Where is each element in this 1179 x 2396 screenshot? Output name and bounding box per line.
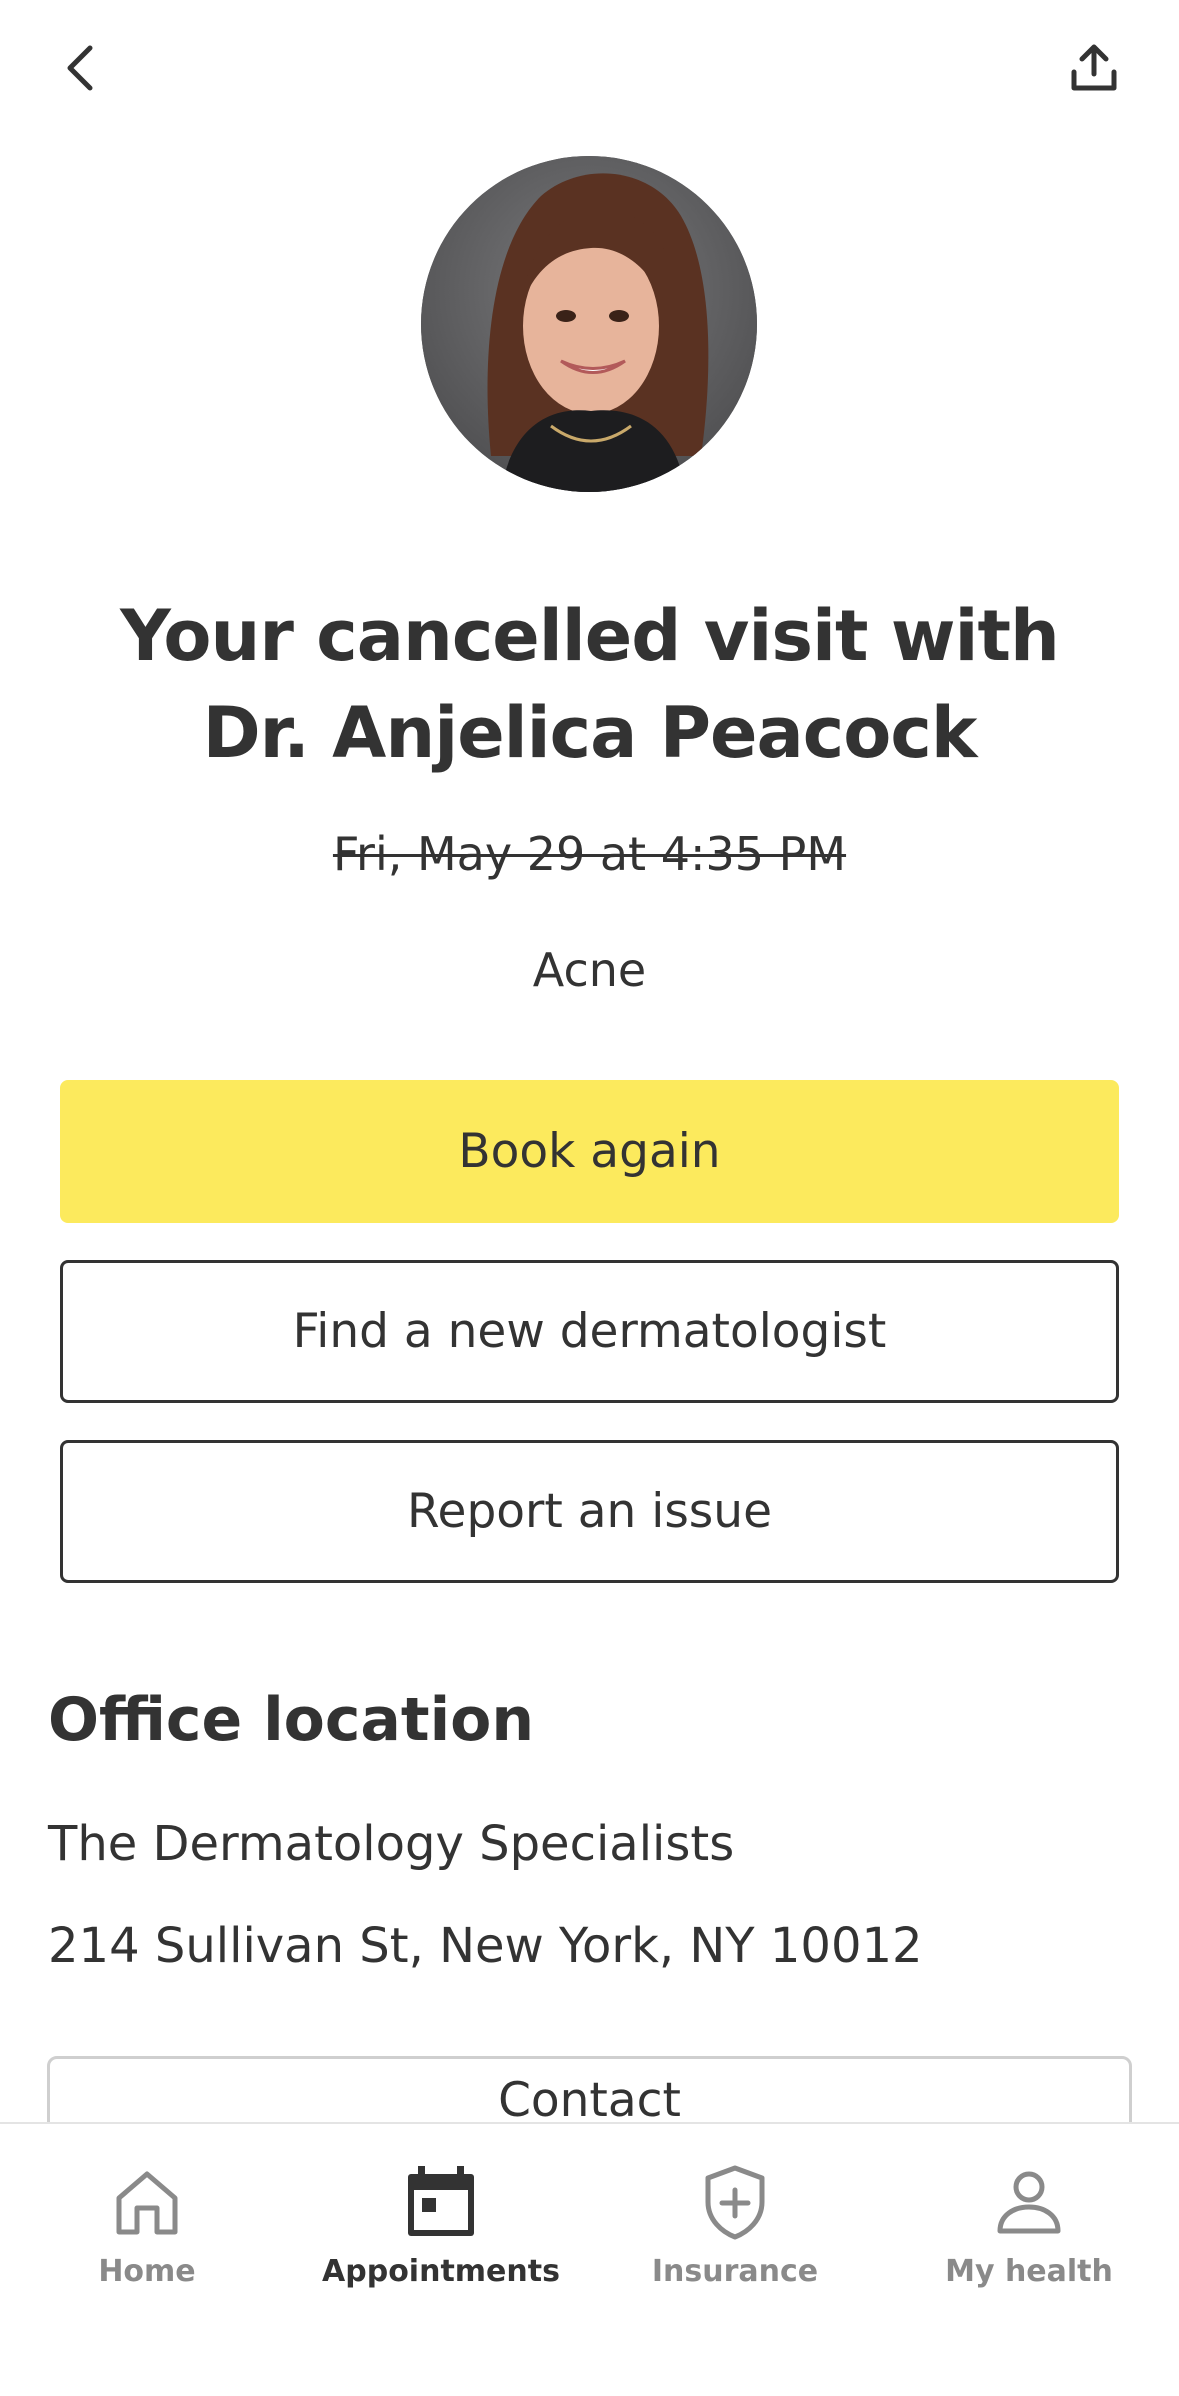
tab-home-label: Home (98, 2254, 196, 2289)
back-button[interactable] (40, 28, 120, 108)
person-icon (997, 2171, 1061, 2234)
bottom-tab-bar: Home Appointments Insurance My health (0, 2122, 1179, 2396)
tab-my-health[interactable]: My health (882, 2124, 1176, 2324)
tab-my-health-label: My health (945, 2254, 1113, 2289)
tab-appointments[interactable]: Appointments (294, 2124, 588, 2324)
tab-insurance-label: Insurance (651, 2254, 819, 2289)
page-title: Your cancelled visit with Dr. Anjelica P… (120, 595, 1060, 774)
shield-plus-icon (705, 2165, 765, 2240)
tab-insurance[interactable]: Insurance (588, 2124, 882, 2324)
top-bar (0, 0, 1179, 140)
visit-reason: Acne (532, 943, 647, 997)
provider-avatar (421, 156, 757, 492)
office-location-heading: Office location (48, 1685, 535, 1755)
book-again-button[interactable]: Book again (60, 1080, 1119, 1223)
visit-details-screen: Your cancelled visit with Dr. Anjelica P… (0, 0, 1179, 2396)
home-icon (116, 2171, 178, 2235)
tab-appointments-label: Appointments (322, 2254, 560, 2289)
office-address[interactable]: 214 Sullivan St, New York, NY 10012 (48, 1914, 923, 1978)
share-button[interactable] (1049, 28, 1139, 108)
chevron-left-icon (67, 45, 93, 91)
report-issue-button[interactable]: Report an issue (60, 1440, 1119, 1583)
calendar-icon (408, 2166, 474, 2236)
find-new-dermatologist-button[interactable]: Find a new dermatologist (60, 1260, 1119, 1403)
office-name: The Dermatology Specialists (48, 1816, 735, 1872)
visit-date: Fri, May 29 at 4:35 PM (332, 827, 847, 881)
tab-home[interactable]: Home (0, 2124, 294, 2324)
share-upload-icon (1071, 44, 1117, 91)
